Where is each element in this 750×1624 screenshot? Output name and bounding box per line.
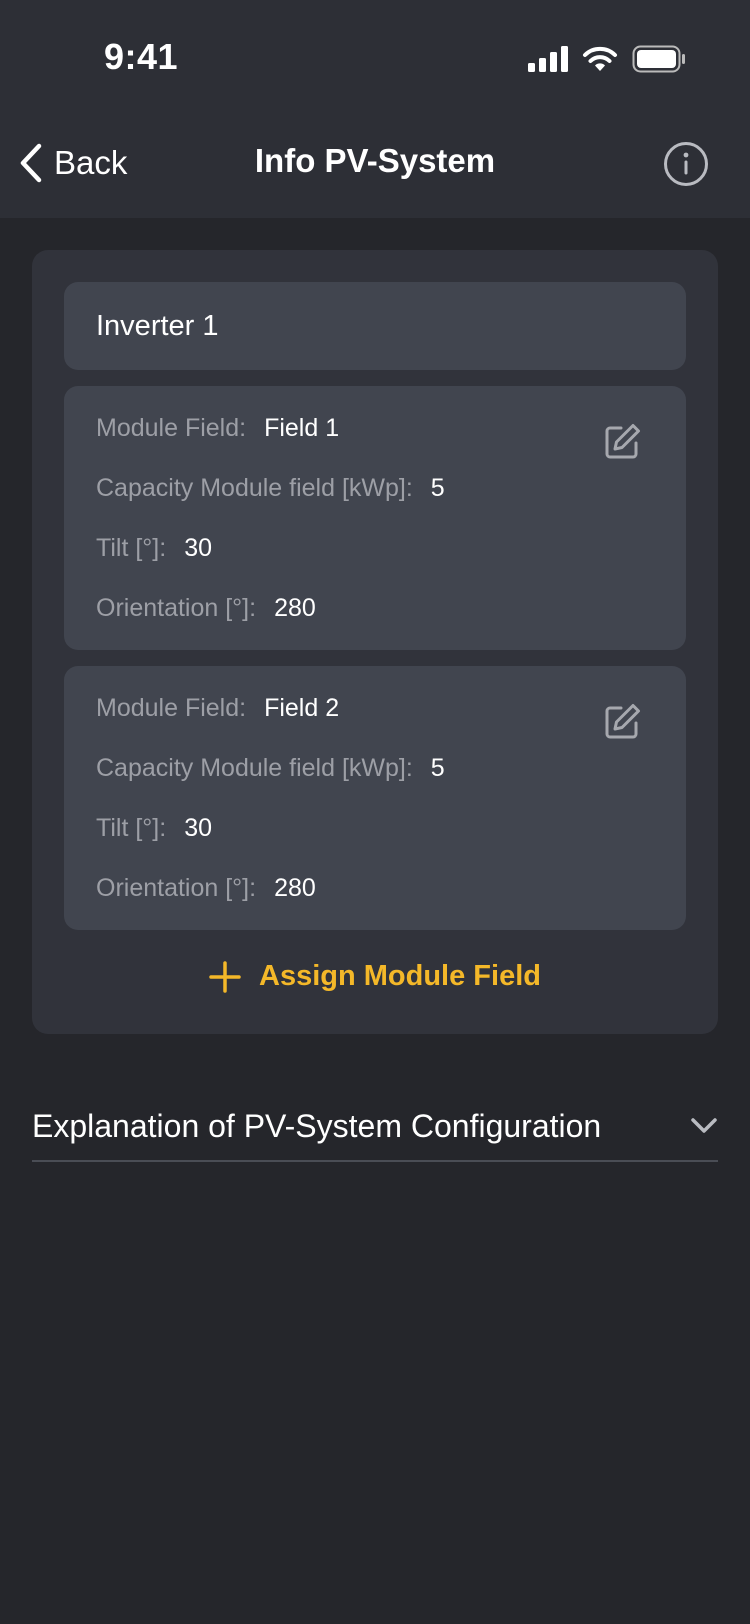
tilt-label: Tilt [°]: [96,534,167,562]
capacity-value: 5 [430,754,445,782]
status-time: 9:41 [104,36,179,77]
tilt-row: Tilt [°]: 30 [96,814,212,843]
tilt-value: 30 [184,814,212,842]
orientation-row: Orientation [°]: 280 [96,874,316,903]
tilt-value: 30 [184,534,212,562]
capacity-value: 5 [430,474,445,502]
battery-icon [632,45,685,73]
orientation-label: Orientation [°]: [96,594,257,622]
chevron-down-icon [691,1118,717,1133]
edit-icon[interactable] [602,422,642,462]
module-field-label: Module Field: [96,694,247,722]
info-circle-icon[interactable] [662,140,710,188]
explanation-accordion[interactable]: Explanation of PV-System Configuration [32,1090,718,1162]
module-field-label: Module Field: [96,414,247,442]
module-field-card: Module Field: Field 1 Capacity Module fi… [64,386,686,650]
inverter-header: Inverter 1 [64,282,686,370]
module-field-row: Module Field: Field 1 [96,414,339,443]
module-field-row: Module Field: Field 2 [96,694,339,723]
orientation-value: 280 [274,874,316,902]
capacity-label: Capacity Module field [kWp]: [96,474,413,502]
tilt-label: Tilt [°]: [96,814,167,842]
capacity-row: Capacity Module field [kWp]: 5 [96,754,445,783]
assign-module-field-label: Assign Module Field [259,960,541,992]
module-field-value: Field 2 [264,694,340,722]
orientation-row: Orientation [°]: 280 [96,594,316,623]
page-title: Info PV-System [254,142,496,179]
assign-module-field-button[interactable]: Assign Module Field [32,960,718,993]
capacity-row: Capacity Module field [kWp]: 5 [96,474,445,503]
inverter-panel: Inverter 1 Module Field: Field 1 Capacit… [32,250,718,1034]
edit-icon[interactable] [602,702,642,742]
screen: 9:41 Back Info PV-System Inverter 1 Modu… [0,0,750,1624]
capacity-label: Capacity Module field [kWp]: [96,754,413,782]
cellular-signal-icon [528,46,568,72]
status-icons [528,44,686,74]
wifi-icon [583,46,617,71]
module-field-card: Module Field: Field 2 Capacity Module fi… [64,666,686,930]
divider [32,1160,718,1162]
top-bar: 9:41 Back Info PV-System [0,0,750,218]
plus-icon [209,960,241,993]
orientation-value: 280 [274,594,316,622]
orientation-label: Orientation [°]: [96,874,257,902]
tilt-row: Tilt [°]: 30 [96,534,212,563]
explanation-label: Explanation of PV-System Configuration [32,1107,602,1144]
module-field-value: Field 1 [264,414,340,442]
